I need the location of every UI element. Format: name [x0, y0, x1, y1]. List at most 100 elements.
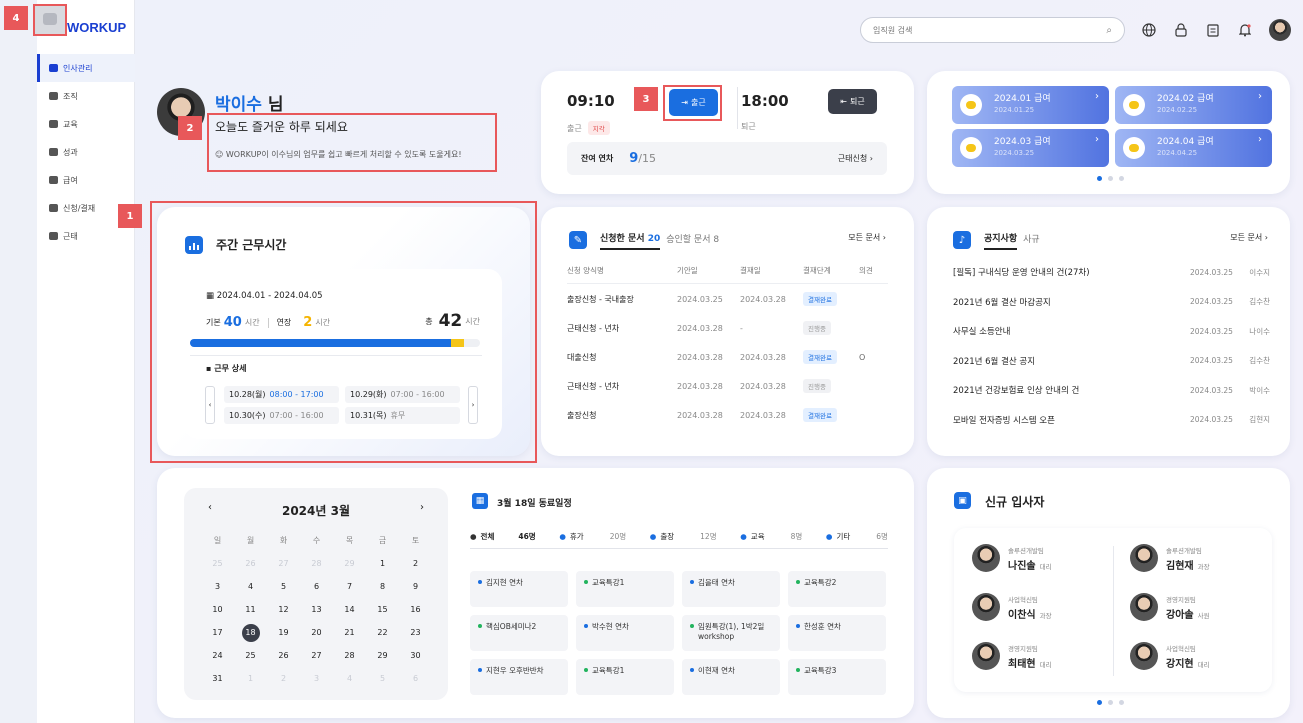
sidebar-item-1[interactable]: 조직 — [37, 82, 135, 110]
schedule-tab[interactable]: ● 교육 8명 — [740, 531, 802, 542]
new-hire[interactable]: 사업혁신팀 강지현 대리 — [1130, 642, 1210, 670]
schedule-event[interactable]: 박수현 연차 — [576, 615, 674, 651]
search-icon[interactable]: ⌕ — [1106, 25, 1112, 36]
calendar-day[interactable]: 1 — [234, 667, 267, 690]
schedule-tab[interactable]: ● 휴가 20명 — [559, 531, 626, 542]
calendar-day[interactable]: 30 — [399, 644, 432, 667]
calendar-day[interactable]: 24 — [201, 644, 234, 667]
sidebar-item-4[interactable]: 급여 — [37, 166, 135, 194]
calendar-day[interactable]: 7 — [333, 575, 366, 598]
calendar-day[interactable]: 26 — [234, 552, 267, 575]
salary-pager[interactable] — [1097, 176, 1124, 181]
tab-notice[interactable]: 공지사항 — [984, 231, 1018, 250]
leave-request-link[interactable]: 근태신청 › — [838, 153, 873, 164]
calendar-day[interactable]: 31 — [201, 667, 234, 690]
user-avatar[interactable] — [1269, 19, 1291, 41]
schedule-event[interactable]: 이현재 연차 — [682, 659, 780, 695]
notice-row[interactable]: 2021년 6월 결산 마감공지 2024.03.25 김수찬 — [953, 291, 1270, 313]
sidebar-item-3[interactable]: 성과 — [37, 138, 135, 166]
calendar-day[interactable]: 15 — [366, 598, 399, 621]
calendar-day[interactable]: 22 — [366, 621, 399, 644]
calendar-day[interactable]: 6 — [399, 667, 432, 690]
schedule-event[interactable]: 임원특강(1), 1박2일 workshop — [682, 615, 780, 651]
schedule-event[interactable]: 핵심OB세미나2 — [470, 615, 568, 651]
tab-company-rules[interactable]: 사규 — [1023, 232, 1040, 249]
salary-item[interactable]: 2024.04 급여 2024.04.25 › — [1115, 129, 1272, 167]
salary-item[interactable]: 2024.03 급여 2024.03.25 › — [952, 129, 1109, 167]
calendar-day[interactable]: 4 — [333, 667, 366, 690]
schedule-event[interactable]: 김지현 연차 — [470, 571, 568, 607]
calendar-day[interactable]: 27 — [300, 644, 333, 667]
calendar-day[interactable]: 29 — [333, 552, 366, 575]
calendar-day[interactable]: 25 — [234, 644, 267, 667]
calendar-day[interactable]: 8 — [366, 575, 399, 598]
calendar-day[interactable]: 5 — [366, 667, 399, 690]
schedule-event[interactable]: 김을태 연차 — [682, 571, 780, 607]
search-input[interactable] — [873, 25, 1073, 35]
schedule-event[interactable]: 교육특강2 — [788, 571, 886, 607]
calendar-day[interactable]: 9 — [399, 575, 432, 598]
salary-item[interactable]: 2024.02 급여 2024.02.25 › — [1115, 86, 1272, 124]
schedule-event[interactable]: 지현우 오후반반차 — [470, 659, 568, 695]
notice-row[interactable]: 2021년 건강보험료 인상 안내의 건 2024.03.25 박이수 — [953, 379, 1270, 401]
calendar-day[interactable]: 23 — [399, 621, 432, 644]
globe-icon[interactable] — [1141, 22, 1157, 38]
calendar-day[interactable]: 13 — [300, 598, 333, 621]
schedule-event[interactable]: 한성훈 연차 — [788, 615, 886, 651]
sidebar-item-0[interactable]: 인사관리 — [37, 54, 135, 82]
calendar-day[interactable]: 27 — [267, 552, 300, 575]
calendar-day[interactable]: 21 — [333, 621, 366, 644]
calendar-day[interactable]: 20 — [300, 621, 333, 644]
table-row[interactable]: 출장신청 - 국내출장 2024.03.25 2024.03.28 결재완료 — [567, 285, 888, 313]
calendar-day[interactable]: 2 — [267, 667, 300, 690]
calendar-day[interactable]: 3 — [300, 667, 333, 690]
new-hire[interactable]: 솔루션개발팀 나진솔 대리 — [972, 544, 1052, 572]
table-row[interactable]: 근태신청 - 년차 2024.03.28 2024.03.28 진행중 — [567, 372, 888, 400]
schedule-tab[interactable]: ● 출장 12명 — [650, 531, 717, 542]
schedule-event[interactable]: 교육특강1 — [576, 571, 674, 607]
lock-icon[interactable] — [1173, 22, 1189, 38]
calendar-day[interactable]: 17 — [201, 621, 234, 644]
calendar-day[interactable]: 29 — [366, 644, 399, 667]
new-hire[interactable]: 솔루션개발팀 김현재 과장 — [1130, 544, 1210, 572]
next-month-button[interactable]: › — [420, 502, 424, 513]
calendar-day[interactable]: 4 — [234, 575, 267, 598]
schedule-tab[interactable]: ● 기타 6명 — [826, 531, 888, 542]
pager-dot[interactable] — [1119, 176, 1124, 181]
calendar-day[interactable]: 28 — [333, 644, 366, 667]
calendar-day[interactable]: 2 — [399, 552, 432, 575]
pager-dot[interactable] — [1108, 700, 1113, 705]
calendar-day[interactable]: 5 — [267, 575, 300, 598]
calendar-day[interactable]: 16 — [399, 598, 432, 621]
schedule-event[interactable]: 교육특강3 — [788, 659, 886, 695]
calendar-day[interactable]: 10 — [201, 598, 234, 621]
schedule-event[interactable]: 교육특강1 — [576, 659, 674, 695]
salary-item[interactable]: 2024.01 급여 2024.01.25 › — [952, 86, 1109, 124]
bell-icon[interactable] — [1237, 22, 1253, 38]
table-row[interactable]: 출장신청 2024.03.28 2024.03.28 결재완료 — [567, 401, 888, 429]
notice-row[interactable]: 모바일 전자증빙 시스템 오픈 2024.03.25 김현지 — [953, 409, 1270, 431]
calendar-day[interactable]: 19 — [267, 621, 300, 644]
calendar-day[interactable]: 3 — [201, 575, 234, 598]
notice-row[interactable]: 2021년 6월 결산 공지 2024.03.25 김수찬 — [953, 350, 1270, 372]
new-hire[interactable]: 경영지원팀 강아솔 사원 — [1130, 593, 1210, 621]
search-box[interactable]: ⌕ — [860, 17, 1125, 43]
new-hire[interactable]: 사업혁신팀 이찬식 과장 — [972, 593, 1052, 621]
clock-out-button[interactable]: ⇤ 퇴근 — [828, 89, 877, 114]
clipboard-icon[interactable] — [1205, 22, 1221, 38]
calendar-day[interactable]: 11 — [234, 598, 267, 621]
table-row[interactable]: 대출신청 2024.03.28 2024.03.28 결재완료 O — [567, 343, 888, 371]
calendar-day[interactable]: 6 — [300, 575, 333, 598]
pager-dot[interactable] — [1108, 176, 1113, 181]
calendar-day[interactable]: 1 — [366, 552, 399, 575]
notice-row[interactable]: [필독] 구내식당 운영 안내의 건(27차) 2024.03.25 이수지 — [953, 261, 1270, 283]
pager-dot[interactable] — [1097, 176, 1102, 181]
new-hires-pager[interactable] — [1097, 700, 1124, 705]
calendar-day[interactable]: 12 — [267, 598, 300, 621]
calendar-day[interactable]: 25 — [201, 552, 234, 575]
pager-dot[interactable] — [1119, 700, 1124, 705]
all-notices-link[interactable]: 모든 문서 › — [1230, 232, 1268, 243]
pager-dot[interactable] — [1097, 700, 1102, 705]
sidebar-item-2[interactable]: 교육 — [37, 110, 135, 138]
table-row[interactable]: 근태신청 - 년차 2024.03.28 - 진행중 — [567, 314, 888, 342]
